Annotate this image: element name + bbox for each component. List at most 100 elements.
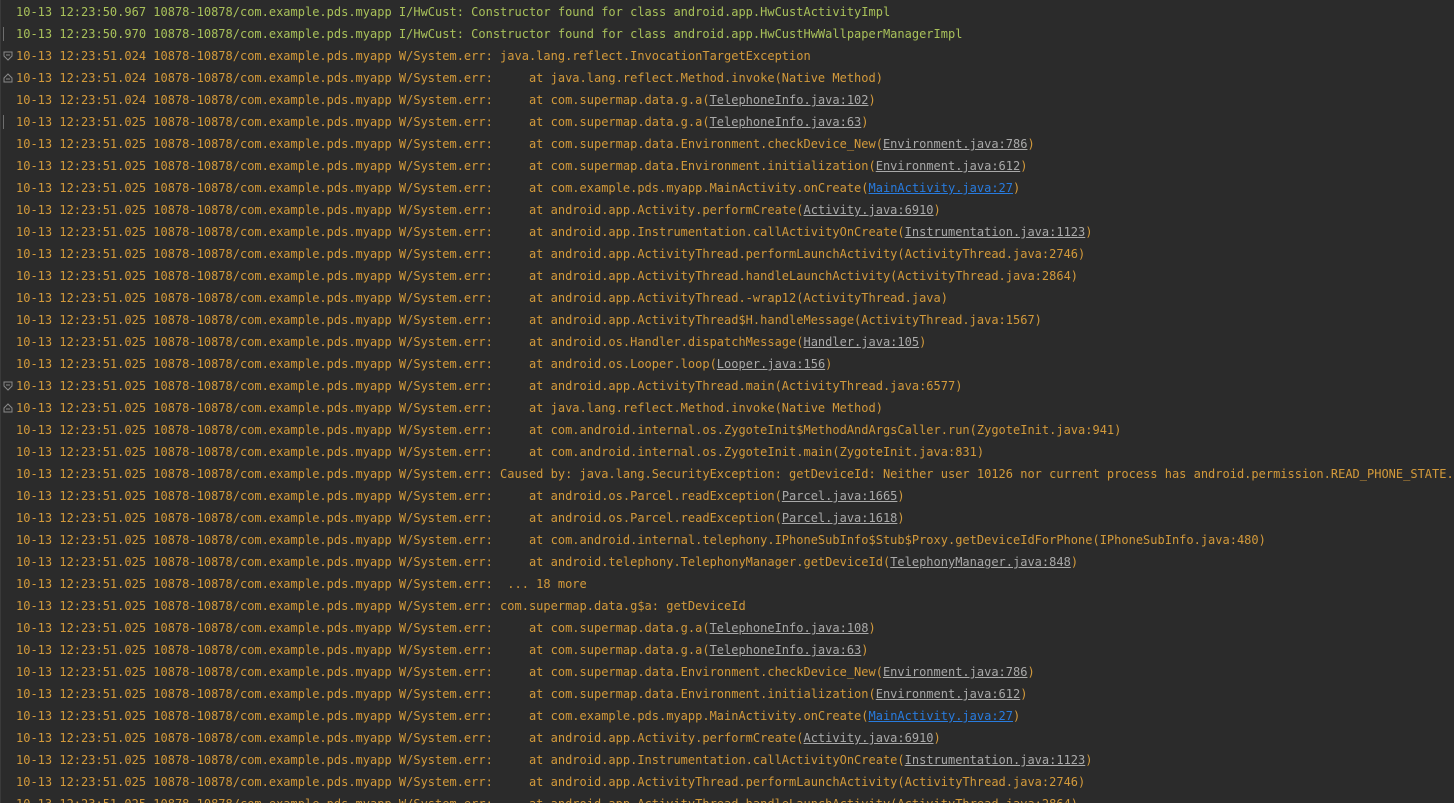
log-text: 10-13 12:23:51.025 10878-10878/com.examp…: [16, 423, 1122, 437]
log-line[interactable]: 10-13 12:23:51.025 10878-10878/com.examp…: [0, 573, 1454, 595]
source-link[interactable]: TelephoneInfo.java:102: [710, 93, 869, 107]
log-line[interactable]: 10-13 12:23:51.025 10878-10878/com.examp…: [0, 419, 1454, 441]
log-line[interactable]: 10-13 12:23:51.025 10878-10878/com.examp…: [0, 705, 1454, 727]
log-text: 10-13 12:23:51.025 10878-10878/com.examp…: [16, 203, 804, 217]
log-text: 10-13 12:23:51.025 10878-10878/com.examp…: [16, 577, 587, 591]
log-line[interactable]: 10-13 12:23:51.025 10878-10878/com.examp…: [0, 309, 1454, 331]
source-link[interactable]: Handler.java:105: [803, 335, 919, 349]
log-line[interactable]: 10-13 12:23:51.025 10878-10878/com.examp…: [0, 617, 1454, 639]
log-text: 10-13 12:23:51.025 10878-10878/com.examp…: [16, 533, 1266, 547]
source-link[interactable]: TelephoneInfo.java:108: [710, 621, 869, 635]
log-text: 10-13 12:23:51.025 10878-10878/com.examp…: [16, 775, 1086, 789]
log-line[interactable]: 10-13 12:23:51.025 10878-10878/com.examp…: [0, 221, 1454, 243]
log-line[interactable]: 10-13 12:23:51.025 10878-10878/com.examp…: [0, 441, 1454, 463]
log-text: 10-13 12:23:51.025 10878-10878/com.examp…: [16, 225, 905, 239]
log-line[interactable]: 10-13 12:23:51.025 10878-10878/com.examp…: [0, 155, 1454, 177]
source-link[interactable]: Parcel.java:1618: [782, 511, 898, 525]
log-line[interactable]: 10-13 12:23:51.025 10878-10878/com.examp…: [0, 529, 1454, 551]
log-line[interactable]: 10-13 12:23:51.025 10878-10878/com.examp…: [0, 397, 1454, 419]
log-text-suffix: ): [1070, 555, 1079, 569]
source-link[interactable]: Looper.java:156: [717, 357, 825, 371]
source-link[interactable]: Environment.java:786: [883, 137, 1028, 151]
source-link[interactable]: Environment.java:786: [883, 665, 1028, 679]
log-text: 10-13 12:23:51.025 10878-10878/com.examp…: [16, 621, 710, 635]
logcat-console[interactable]: 10-13 12:23:50.967 10878-10878/com.examp…: [0, 0, 1454, 803]
source-link[interactable]: MainActivity.java:27: [869, 181, 1014, 195]
log-line[interactable]: 10-13 12:23:51.025 10878-10878/com.examp…: [0, 177, 1454, 199]
log-line[interactable]: 10-13 12:23:51.025 10878-10878/com.examp…: [0, 265, 1454, 287]
fold-down-icon[interactable]: [3, 51, 13, 61]
log-line[interactable]: 10-13 12:23:51.025 10878-10878/com.examp…: [0, 463, 1454, 485]
source-link[interactable]: MainActivity.java:27: [869, 709, 1014, 723]
log-text-suffix: ): [861, 115, 869, 129]
log-text: 10-13 12:23:51.025 10878-10878/com.examp…: [16, 181, 869, 195]
log-line[interactable]: 10-13 12:23:51.024 10878-10878/com.examp…: [0, 67, 1454, 89]
log-text: 10-13 12:23:51.025 10878-10878/com.examp…: [16, 797, 1078, 803]
log-line[interactable]: 10-13 12:23:51.025 10878-10878/com.examp…: [0, 375, 1454, 397]
log-text-suffix: ): [1013, 709, 1021, 723]
log-line[interactable]: 10-13 12:23:51.025 10878-10878/com.examp…: [0, 507, 1454, 529]
source-link[interactable]: Environment.java:612: [876, 159, 1021, 173]
log-text: 10-13 12:23:51.025 10878-10878/com.examp…: [16, 687, 876, 701]
log-text: 10-13 12:23:51.025 10878-10878/com.examp…: [16, 357, 717, 371]
log-text: 10-13 12:23:51.025 10878-10878/com.examp…: [16, 665, 883, 679]
log-text: 10-13 12:23:51.025 10878-10878/com.examp…: [16, 247, 1086, 261]
source-link[interactable]: Activity.java:6910: [803, 731, 933, 745]
source-link[interactable]: TelephoneInfo.java:63: [710, 115, 862, 129]
log-line[interactable]: 10-13 12:23:51.024 10878-10878/com.examp…: [0, 89, 1454, 111]
log-line[interactable]: 10-13 12:23:51.024 10878-10878/com.examp…: [0, 45, 1454, 67]
log-text-suffix: ): [1020, 159, 1028, 173]
log-line[interactable]: 10-13 12:23:50.970 10878-10878/com.examp…: [0, 23, 1454, 45]
source-link[interactable]: Instrumentation.java:1123: [905, 225, 1086, 239]
fold-up-icon[interactable]: [3, 73, 13, 83]
log-line[interactable]: 10-13 12:23:51.025 10878-10878/com.examp…: [0, 111, 1454, 133]
source-link[interactable]: Instrumentation.java:1123: [905, 753, 1086, 767]
log-line[interactable]: 10-13 12:23:51.025 10878-10878/com.examp…: [0, 639, 1454, 661]
log-text: 10-13 12:23:51.025 10878-10878/com.examp…: [16, 137, 883, 151]
source-link[interactable]: Parcel.java:1665: [782, 489, 898, 503]
log-text: 10-13 12:23:51.025 10878-10878/com.examp…: [16, 731, 804, 745]
log-text: 10-13 12:23:50.970 10878-10878/com.examp…: [16, 27, 963, 41]
source-link[interactable]: Environment.java:612: [876, 687, 1021, 701]
log-text: 10-13 12:23:51.025 10878-10878/com.examp…: [16, 467, 1454, 481]
log-line[interactable]: 10-13 12:23:51.025 10878-10878/com.examp…: [0, 551, 1454, 573]
log-line[interactable]: 10-13 12:23:51.025 10878-10878/com.examp…: [0, 287, 1454, 309]
log-text-suffix: ): [868, 621, 876, 635]
fold-down-icon[interactable]: [3, 381, 13, 391]
log-line[interactable]: 10-13 12:23:51.025 10878-10878/com.examp…: [0, 771, 1454, 793]
log-line[interactable]: 10-13 12:23:51.025 10878-10878/com.examp…: [0, 595, 1454, 617]
log-text: 10-13 12:23:51.025 10878-10878/com.examp…: [16, 555, 891, 569]
log-text-suffix: ): [868, 93, 876, 107]
log-text: 10-13 12:23:50.967 10878-10878/com.examp…: [16, 5, 891, 19]
log-text-suffix: ): [897, 511, 905, 525]
log-line[interactable]: 10-13 12:23:51.025 10878-10878/com.examp…: [0, 331, 1454, 353]
log-line[interactable]: 10-13 12:23:51.025 10878-10878/com.examp…: [0, 749, 1454, 771]
log-line[interactable]: 10-13 12:23:51.025 10878-10878/com.examp…: [0, 133, 1454, 155]
source-link[interactable]: TelephonyManager.java:848: [890, 555, 1071, 569]
log-text: 10-13 12:23:51.025 10878-10878/com.examp…: [16, 511, 782, 525]
log-text: 10-13 12:23:51.025 10878-10878/com.examp…: [16, 313, 1042, 327]
log-text-suffix: ): [825, 357, 833, 371]
log-text: 10-13 12:23:51.025 10878-10878/com.examp…: [16, 401, 883, 415]
log-text-suffix: ): [1027, 137, 1035, 151]
log-line[interactable]: 10-13 12:23:51.025 10878-10878/com.examp…: [0, 727, 1454, 749]
gutter-marker: [3, 115, 4, 129]
fold-up-icon[interactable]: [3, 403, 13, 413]
log-text-suffix: ): [1085, 753, 1093, 767]
log-text: 10-13 12:23:51.025 10878-10878/com.examp…: [16, 643, 710, 657]
log-line[interactable]: 10-13 12:23:51.025 10878-10878/com.examp…: [0, 199, 1454, 221]
log-line[interactable]: 10-13 12:23:51.025 10878-10878/com.examp…: [0, 485, 1454, 507]
log-line[interactable]: 10-13 12:23:51.025 10878-10878/com.examp…: [0, 353, 1454, 375]
log-line[interactable]: 10-13 12:23:51.025 10878-10878/com.examp…: [0, 683, 1454, 705]
log-line[interactable]: 10-13 12:23:50.967 10878-10878/com.examp…: [0, 1, 1454, 23]
log-line[interactable]: 10-13 12:23:51.025 10878-10878/com.examp…: [0, 661, 1454, 683]
log-text-suffix: ): [1085, 225, 1093, 239]
log-text: 10-13 12:23:51.025 10878-10878/com.examp…: [16, 753, 905, 767]
log-line[interactable]: 10-13 12:23:51.025 10878-10878/com.examp…: [0, 793, 1454, 803]
log-text: 10-13 12:23:51.024 10878-10878/com.examp…: [16, 71, 883, 85]
log-text: 10-13 12:23:51.025 10878-10878/com.examp…: [16, 335, 804, 349]
source-link[interactable]: TelephoneInfo.java:63: [710, 643, 862, 657]
log-line[interactable]: 10-13 12:23:51.025 10878-10878/com.examp…: [0, 243, 1454, 265]
source-link[interactable]: Activity.java:6910: [803, 203, 933, 217]
log-text: 10-13 12:23:51.025 10878-10878/com.examp…: [16, 445, 985, 459]
